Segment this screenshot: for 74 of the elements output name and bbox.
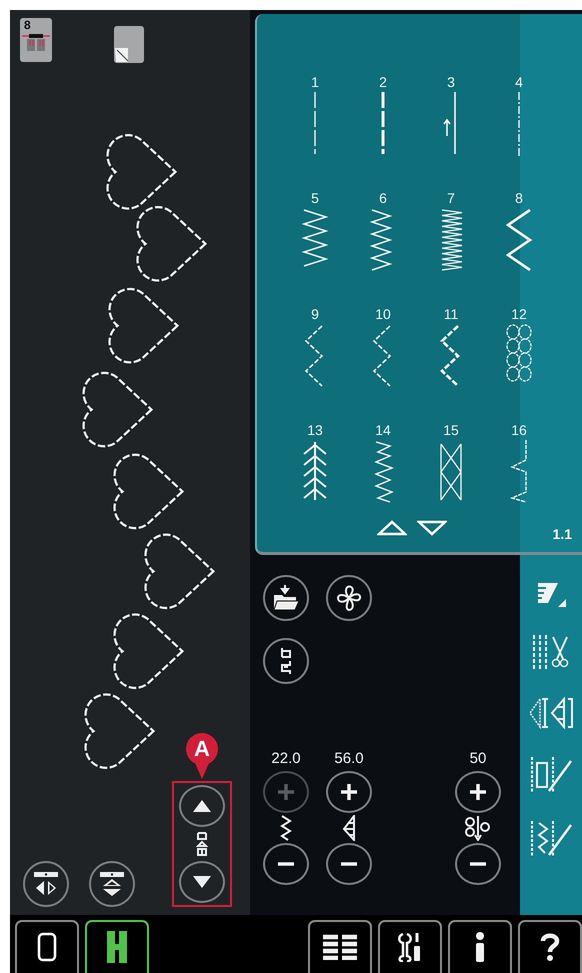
mirror-stitch-icon bbox=[528, 697, 574, 729]
info-icon bbox=[475, 932, 485, 962]
stitch-option[interactable]: 6 bbox=[349, 190, 417, 274]
plus-icon bbox=[469, 783, 487, 801]
stitch-program-icon bbox=[278, 647, 294, 675]
thread-cut-icon bbox=[531, 635, 571, 669]
down-triangle-icon bbox=[193, 876, 211, 888]
decrease-button[interactable] bbox=[263, 843, 309, 885]
stitch-option[interactable]: 5 bbox=[281, 190, 349, 274]
help-icon bbox=[540, 932, 560, 962]
folder-icon bbox=[272, 585, 300, 611]
stitch-option[interactable]: 16 bbox=[485, 422, 553, 506]
decrease-button[interactable] bbox=[455, 843, 501, 885]
increase-button[interactable] bbox=[326, 771, 372, 813]
stitch-option[interactable]: 12 bbox=[485, 306, 553, 390]
page-down-button[interactable] bbox=[417, 520, 447, 536]
stitch-option[interactable]: 14 bbox=[349, 422, 417, 506]
mirror-end-button[interactable] bbox=[89, 861, 135, 907]
fabric-icon bbox=[114, 26, 144, 63]
dual-needle-icon bbox=[106, 930, 128, 964]
stitch-pattern-icon bbox=[516, 92, 522, 158]
stitch-width-icon bbox=[280, 815, 292, 841]
down-triangle-icon bbox=[417, 520, 447, 536]
stitch-option[interactable]: 4 bbox=[485, 74, 553, 158]
stitch-option[interactable]: 2 bbox=[349, 74, 417, 158]
page-up-button[interactable] bbox=[377, 520, 407, 536]
stitch-option[interactable]: 15 bbox=[417, 422, 485, 506]
load-folder-button[interactable] bbox=[263, 575, 309, 621]
scroll-down-button[interactable] bbox=[179, 861, 225, 903]
mirror-side-icon bbox=[33, 871, 59, 897]
up-triangle-icon bbox=[193, 800, 211, 812]
minus-icon bbox=[340, 862, 358, 866]
swirl-icon bbox=[335, 584, 363, 612]
sequence-edit-icon bbox=[529, 757, 573, 793]
stitch-option[interactable]: 13 bbox=[281, 422, 349, 506]
thread-tension-icon bbox=[465, 815, 491, 841]
stitch-option[interactable]: 9 bbox=[281, 306, 349, 390]
stitch-option[interactable]: 11 bbox=[417, 306, 485, 390]
single-mode-button[interactable] bbox=[15, 920, 79, 973]
mirror-side-button[interactable] bbox=[23, 861, 69, 907]
stitch-option[interactable]: 8 bbox=[485, 190, 553, 274]
setting-value: 56.0 bbox=[334, 750, 364, 767]
embroidery-swirl-button[interactable] bbox=[326, 575, 372, 621]
stitch-option[interactable]: 3 bbox=[417, 74, 485, 158]
mirror-end-icon bbox=[99, 871, 125, 897]
stitch-option[interactable]: 7 bbox=[417, 190, 485, 274]
help-button[interactable] bbox=[518, 920, 582, 973]
plus-icon bbox=[340, 783, 358, 801]
stitch-option[interactable]: 10 bbox=[349, 306, 417, 390]
stitch-length-icon bbox=[342, 815, 356, 841]
stitch-pattern-icon bbox=[504, 208, 534, 274]
settings-icon bbox=[398, 932, 422, 962]
plus-icon bbox=[277, 783, 295, 801]
stitch-edit-icon bbox=[529, 821, 573, 857]
settings-button[interactable] bbox=[378, 920, 442, 973]
page-number: 1.1 bbox=[552, 526, 572, 542]
setting-value: 50 bbox=[470, 750, 486, 767]
presser-foot-number: 8 bbox=[24, 18, 31, 32]
stitch-program-button[interactable] bbox=[263, 638, 309, 684]
stitch-option[interactable]: 1 bbox=[281, 74, 349, 158]
info-button[interactable] bbox=[448, 920, 512, 973]
menu-icon bbox=[323, 934, 357, 960]
pattern-sequence-icon bbox=[196, 831, 208, 857]
menu-button[interactable] bbox=[308, 920, 372, 973]
increase-button[interactable] bbox=[455, 771, 501, 813]
stitch-style-icon bbox=[536, 581, 566, 607]
up-triangle-icon bbox=[377, 520, 407, 536]
scroll-up-button[interactable] bbox=[179, 785, 225, 827]
single-needle-icon bbox=[37, 932, 57, 962]
decrease-button[interactable] bbox=[326, 843, 372, 885]
minus-icon bbox=[277, 862, 295, 866]
dual-mode-button[interactable] bbox=[85, 920, 149, 973]
minus-icon bbox=[469, 862, 487, 866]
setting-value: 22.0 bbox=[271, 750, 301, 767]
